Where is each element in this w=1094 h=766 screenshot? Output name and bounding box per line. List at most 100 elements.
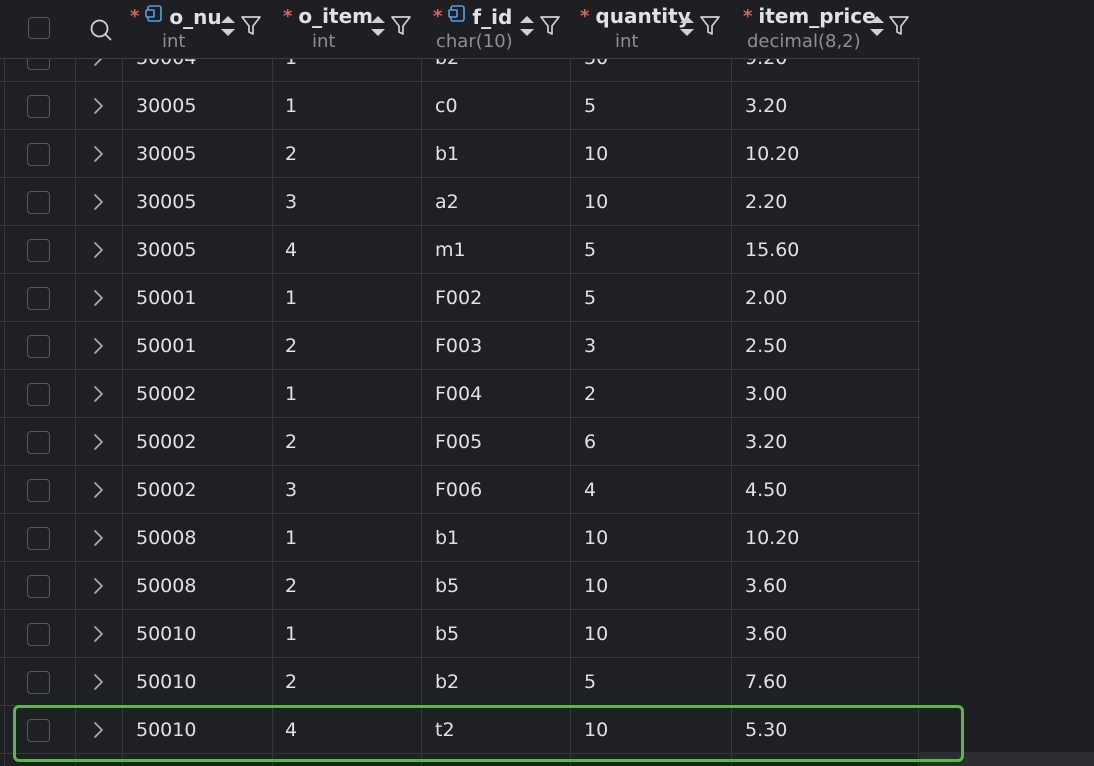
cell-item_price[interactable]: 3.60 (745, 562, 787, 610)
cell-quantity[interactable]: 10 (584, 178, 608, 226)
table-row[interactable]: 30005 1 c0 5 3.20 (0, 82, 920, 130)
chevron-right-icon[interactable] (90, 385, 106, 407)
cell-o_item[interactable]: 1 (285, 82, 297, 130)
cell-quantity[interactable]: 4 (584, 466, 596, 514)
row-checkbox[interactable] (27, 671, 50, 694)
table-row[interactable]: 30005 2 b1 10 10.20 (0, 130, 920, 178)
column-header-quantity[interactable]: * quantity (580, 4, 691, 28)
cell-item_price[interactable]: 10.20 (745, 514, 799, 562)
cell-item_price[interactable]: 2.50 (745, 322, 787, 370)
cell-f_id[interactable]: F003 (435, 322, 482, 370)
cell-quantity[interactable]: 10 (584, 130, 608, 178)
table-row[interactable]: 50010 1 b5 10 3.60 (0, 610, 920, 658)
row-checkbox[interactable] (27, 383, 50, 406)
cell-f_id[interactable]: b1 (435, 130, 459, 178)
chevron-right-icon[interactable] (90, 97, 106, 119)
chevron-right-icon[interactable] (90, 577, 106, 599)
table-row[interactable]: 30005 4 m1 5 15.60 (0, 226, 920, 274)
chevron-right-icon[interactable] (90, 193, 106, 215)
cell-f_id[interactable]: F002 (435, 274, 482, 322)
cell-f_id[interactable]: F005 (435, 418, 482, 466)
cell-o_nu[interactable]: 50002 (136, 370, 196, 418)
sort-icon[interactable] (518, 13, 536, 43)
table-row[interactable]: 50010 2 b2 5 7.60 (0, 658, 920, 706)
sort-icon[interactable] (369, 13, 387, 43)
cell-quantity[interactable]: 6 (584, 418, 596, 466)
table-row[interactable]: 50001 2 F003 3 2.50 (0, 322, 920, 370)
cell-quantity[interactable]: 5 (584, 82, 596, 130)
filter-icon[interactable] (699, 13, 721, 41)
column-divider[interactable] (918, 0, 919, 766)
cell-f_id[interactable]: F006 (435, 466, 482, 514)
cell-o_nu[interactable]: 50001 (136, 274, 196, 322)
cell-o_item[interactable]: 1 (285, 274, 297, 322)
table-row[interactable]: 50002 1 F004 2 3.00 (0, 370, 920, 418)
filter-icon[interactable] (240, 13, 262, 41)
select-all-checkbox[interactable] (28, 17, 50, 39)
row-checkbox[interactable] (27, 239, 50, 262)
column-divider[interactable] (570, 0, 571, 766)
sort-icon[interactable] (868, 13, 886, 43)
cell-o_nu[interactable]: 30005 (136, 226, 196, 274)
cell-o_item[interactable]: 2 (285, 130, 297, 178)
cell-f_id[interactable]: F004 (435, 370, 482, 418)
cell-quantity[interactable]: 5 (584, 658, 596, 706)
cell-o_item[interactable]: 3 (285, 466, 297, 514)
sort-icon[interactable] (219, 13, 237, 43)
cell-quantity[interactable]: 10 (584, 514, 608, 562)
cell-quantity[interactable]: 10 (584, 562, 608, 610)
column-divider[interactable] (731, 0, 732, 766)
column-header-item_price[interactable]: * item_price (743, 4, 876, 28)
chevron-right-icon[interactable] (90, 433, 106, 455)
row-checkbox[interactable] (27, 95, 50, 118)
row-checkbox[interactable] (27, 335, 50, 358)
row-checkbox[interactable] (27, 287, 50, 310)
cell-quantity[interactable]: 3 (584, 322, 596, 370)
cell-f_id[interactable]: m1 (435, 226, 466, 274)
cell-o_item[interactable]: 3 (285, 178, 297, 226)
cell-item_price[interactable]: 7.60 (745, 658, 787, 706)
cell-item_price[interactable]: 2.00 (745, 274, 787, 322)
cell-item_price[interactable]: 3.60 (745, 610, 787, 658)
cell-o_nu[interactable]: 30005 (136, 178, 196, 226)
cell-o_nu[interactable]: 50002 (136, 418, 196, 466)
column-divider[interactable] (272, 0, 273, 766)
cell-quantity[interactable]: 10 (584, 610, 608, 658)
cell-item_price[interactable]: 3.00 (745, 370, 787, 418)
cell-item_price[interactable]: 4.50 (745, 466, 787, 514)
cell-quantity[interactable]: 5 (584, 274, 596, 322)
row-checkbox[interactable] (27, 143, 50, 166)
cell-o_nu[interactable]: 50010 (136, 658, 196, 706)
search-icon[interactable] (89, 18, 113, 46)
cell-o_nu[interactable]: 30005 (136, 130, 196, 178)
table-row[interactable]: 50002 2 F005 6 3.20 (0, 418, 920, 466)
cell-f_id[interactable]: a2 (435, 178, 459, 226)
row-checkbox[interactable] (27, 527, 50, 550)
filter-icon[interactable] (539, 13, 561, 41)
cell-o_nu[interactable]: 50010 (136, 610, 196, 658)
chevron-right-icon[interactable] (90, 241, 106, 263)
chevron-right-icon[interactable] (90, 625, 106, 647)
cell-o_item[interactable]: 2 (285, 562, 297, 610)
table-row[interactable]: 50001 1 F002 5 2.00 (0, 274, 920, 322)
cell-item_price[interactable]: 3.20 (745, 82, 787, 130)
table-row[interactable]: 50008 2 b5 10 3.60 (0, 562, 920, 610)
row-checkbox[interactable] (27, 431, 50, 454)
row-checkbox[interactable] (27, 479, 50, 502)
filter-icon[interactable] (390, 13, 412, 41)
cell-f_id[interactable]: b5 (435, 562, 459, 610)
column-divider[interactable] (421, 0, 422, 766)
cell-o_item[interactable]: 4 (285, 226, 297, 274)
cell-o_nu[interactable]: 50008 (136, 514, 196, 562)
cell-f_id[interactable]: c0 (435, 82, 458, 130)
cell-o_item[interactable]: 2 (285, 418, 297, 466)
cell-o_nu[interactable]: 50008 (136, 562, 196, 610)
filter-icon[interactable] (888, 13, 910, 41)
cell-o_item[interactable]: 1 (285, 370, 297, 418)
cell-o_nu[interactable]: 50002 (136, 466, 196, 514)
table-row[interactable]: 50008 1 b1 10 10.20 (0, 514, 920, 562)
cell-o_item[interactable]: 1 (285, 514, 297, 562)
table-row[interactable]: 50002 3 F006 4 4.50 (0, 466, 920, 514)
row-checkbox[interactable] (27, 623, 50, 646)
chevron-right-icon[interactable] (90, 673, 106, 695)
